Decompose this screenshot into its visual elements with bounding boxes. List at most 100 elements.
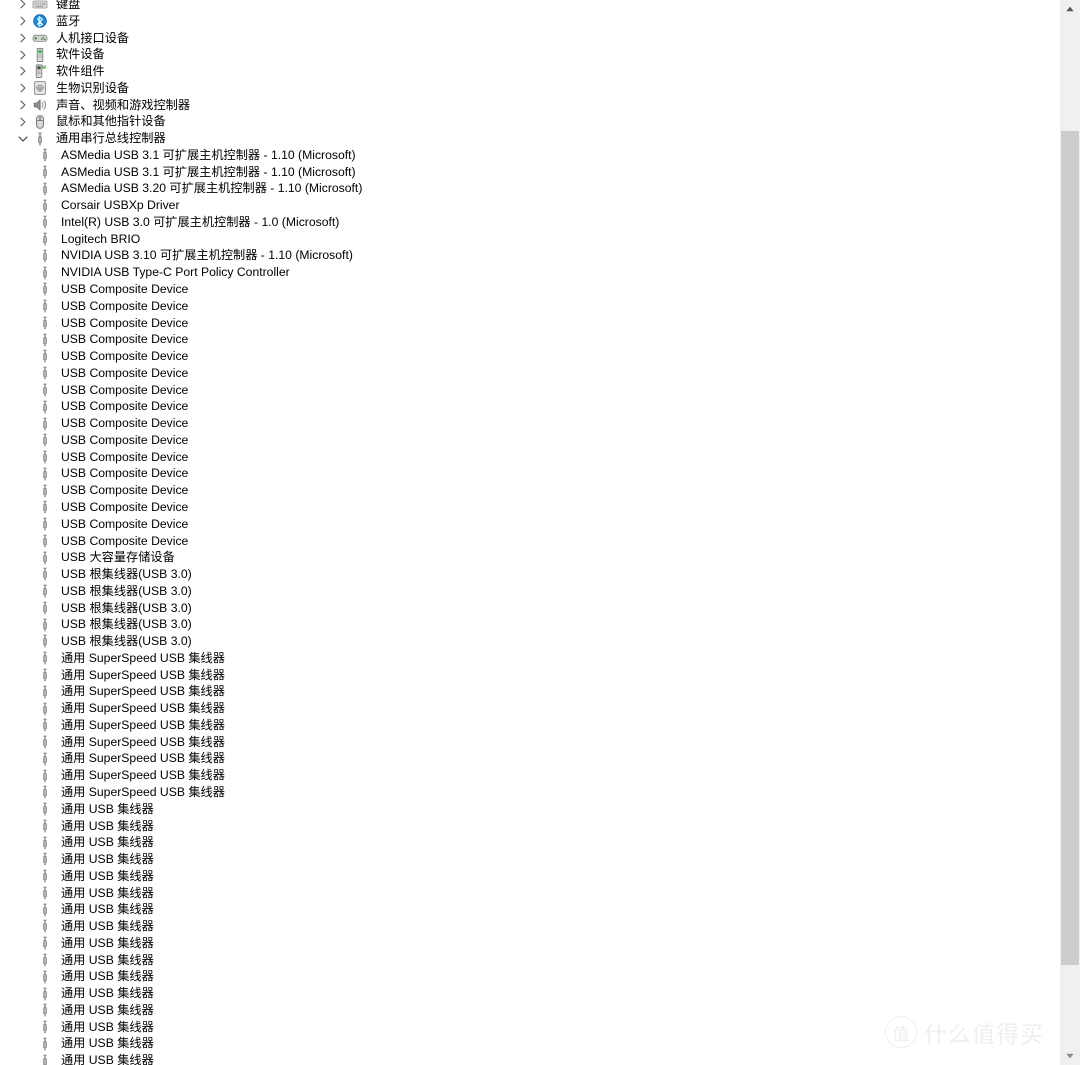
tree-device-row[interactable]: USB Composite Device bbox=[0, 465, 1060, 482]
tree-device-row[interactable]: USB Composite Device bbox=[0, 365, 1060, 382]
tree-device-row[interactable]: 通用 USB 集线器 bbox=[0, 834, 1060, 851]
tree-category-row[interactable]: 蓝牙 bbox=[0, 13, 1060, 30]
tree-item-label: USB Composite Device bbox=[61, 382, 189, 397]
tree-device-row[interactable]: USB Composite Device bbox=[0, 348, 1060, 365]
tree-item-label: USB Composite Device bbox=[61, 365, 189, 380]
tree-device-row[interactable]: 通用 USB 集线器 bbox=[0, 935, 1060, 952]
chevron-down-icon[interactable] bbox=[16, 132, 30, 146]
tree-device-row[interactable]: 通用 SuperSpeed USB 集线器 bbox=[0, 734, 1060, 751]
tree-device-row[interactable]: USB 根集线器(USB 3.0) bbox=[0, 600, 1060, 617]
tree-device-row[interactable]: 通用 SuperSpeed USB 集线器 bbox=[0, 700, 1060, 717]
usb-device-icon bbox=[37, 348, 53, 364]
tree-device-row[interactable]: USB Composite Device bbox=[0, 432, 1060, 449]
tree-device-row[interactable]: USB Composite Device bbox=[0, 533, 1060, 550]
tree-device-row[interactable]: USB Composite Device bbox=[0, 449, 1060, 466]
tree-item-label: USB Composite Device bbox=[61, 499, 189, 514]
chevron-right-icon[interactable] bbox=[16, 64, 30, 78]
tree-item-label: NVIDIA USB 3.10 可扩展主机控制器 - 1.10 (Microso… bbox=[61, 248, 353, 263]
tree-category-row[interactable]: 声音、视频和游戏控制器 bbox=[0, 97, 1060, 114]
tree-device-row[interactable]: Logitech BRIO bbox=[0, 231, 1060, 248]
vertical-scrollbar[interactable] bbox=[1060, 0, 1080, 1065]
tree-category-row[interactable]: 通用串行总线控制器 bbox=[0, 130, 1060, 147]
tree-item-label: USB Composite Device bbox=[61, 533, 189, 548]
tree-device-row[interactable]: 通用 USB 集线器 bbox=[0, 818, 1060, 835]
tree-device-row[interactable]: 通用 USB 集线器 bbox=[0, 851, 1060, 868]
chevron-right-icon[interactable] bbox=[16, 98, 30, 112]
tree-category-row[interactable]: 软件组件 bbox=[0, 63, 1060, 80]
chevron-right-icon[interactable] bbox=[16, 48, 30, 62]
tree-item-label: USB Composite Device bbox=[61, 315, 189, 330]
tree-item-label: 通用 USB 集线器 bbox=[61, 801, 154, 816]
tree-device-row[interactable]: NVIDIA USB Type-C Port Policy Controller bbox=[0, 264, 1060, 281]
tree-item-label: 键盘 bbox=[56, 0, 81, 11]
tree-device-row[interactable]: 通用 USB 集线器 bbox=[0, 1002, 1060, 1019]
tree-device-row[interactable]: 通用 SuperSpeed USB 集线器 bbox=[0, 750, 1060, 767]
usb-device-icon bbox=[37, 533, 53, 549]
device-manager-tree[interactable]: 键盘 蓝牙 人机接口设备 软件设备 软件组件 生物识别设备 声音、视频和游戏控制… bbox=[0, 0, 1060, 1065]
tree-device-row[interactable]: 通用 USB 集线器 bbox=[0, 868, 1060, 885]
tree-device-row[interactable]: NVIDIA USB 3.10 可扩展主机控制器 - 1.10 (Microso… bbox=[0, 247, 1060, 264]
tree-device-row[interactable]: ASMedia USB 3.20 可扩展主机控制器 - 1.10 (Micros… bbox=[0, 180, 1060, 197]
tree-device-row[interactable]: 通用 USB 集线器 bbox=[0, 968, 1060, 985]
tree-device-row[interactable]: USB Composite Device bbox=[0, 331, 1060, 348]
tree-device-row[interactable]: USB Composite Device bbox=[0, 281, 1060, 298]
tree-item-label: USB 根集线器(USB 3.0) bbox=[61, 617, 192, 632]
tree-device-row[interactable]: USB Composite Device bbox=[0, 298, 1060, 315]
tree-device-row[interactable]: USB 大容量存储设备 bbox=[0, 549, 1060, 566]
tree-device-row[interactable]: 通用 USB 集线器 bbox=[0, 1019, 1060, 1036]
scroll-down-button[interactable] bbox=[1060, 1047, 1080, 1065]
tree-device-row[interactable]: 通用 USB 集线器 bbox=[0, 952, 1060, 969]
tree-device-row[interactable]: USB 根集线器(USB 3.0) bbox=[0, 616, 1060, 633]
tree-item-label: 通用 USB 集线器 bbox=[61, 818, 154, 833]
tree-device-row[interactable]: 通用 SuperSpeed USB 集线器 bbox=[0, 667, 1060, 684]
tree-device-row[interactable]: USB 根集线器(USB 3.0) bbox=[0, 633, 1060, 650]
tree-device-row[interactable]: 通用 USB 集线器 bbox=[0, 918, 1060, 935]
scrollbar-thumb[interactable] bbox=[1061, 131, 1079, 965]
tree-device-row[interactable]: 通用 SuperSpeed USB 集线器 bbox=[0, 683, 1060, 700]
tree-device-row[interactable]: USB Composite Device bbox=[0, 315, 1060, 332]
usb-device-icon bbox=[37, 265, 53, 281]
tree-device-row[interactable]: USB Composite Device bbox=[0, 382, 1060, 399]
software-component-icon bbox=[32, 63, 48, 79]
biometric-icon bbox=[32, 80, 48, 96]
tree-category-row[interactable]: 软件设备 bbox=[0, 46, 1060, 63]
tree-category-row[interactable]: 人机接口设备 bbox=[0, 30, 1060, 47]
tree-device-row[interactable]: USB Composite Device bbox=[0, 482, 1060, 499]
usb-device-icon bbox=[37, 784, 53, 800]
tree-item-label: 声音、视频和游戏控制器 bbox=[56, 97, 191, 112]
tree-category-row[interactable]: 鼠标和其他指针设备 bbox=[0, 113, 1060, 130]
tree-device-row[interactable]: USB 根集线器(USB 3.0) bbox=[0, 583, 1060, 600]
tree-device-row[interactable]: 通用 USB 集线器 bbox=[0, 801, 1060, 818]
tree-device-row[interactable]: 通用 SuperSpeed USB 集线器 bbox=[0, 717, 1060, 734]
tree-device-row[interactable]: 通用 SuperSpeed USB 集线器 bbox=[0, 767, 1060, 784]
usb-device-icon bbox=[37, 600, 53, 616]
tree-category-row[interactable]: 生物识别设备 bbox=[0, 80, 1060, 97]
tree-device-row[interactable]: 通用 SuperSpeed USB 集线器 bbox=[0, 784, 1060, 801]
tree-device-row[interactable]: USB Composite Device bbox=[0, 499, 1060, 516]
chevron-right-icon[interactable] bbox=[16, 81, 30, 95]
tree-item-label: 通用 USB 集线器 bbox=[61, 1036, 154, 1051]
tree-device-row[interactable]: 通用 USB 集线器 bbox=[0, 985, 1060, 1002]
tree-device-row[interactable]: Corsair USBXp Driver bbox=[0, 197, 1060, 214]
tree-device-row[interactable]: USB Composite Device bbox=[0, 398, 1060, 415]
chevron-right-icon[interactable] bbox=[16, 0, 30, 11]
tree-device-row[interactable]: 通用 USB 集线器 bbox=[0, 885, 1060, 902]
tree-device-row[interactable]: 通用 SuperSpeed USB 集线器 bbox=[0, 650, 1060, 667]
chevron-right-icon[interactable] bbox=[16, 14, 30, 28]
tree-device-row[interactable]: 通用 USB 集线器 bbox=[0, 901, 1060, 918]
usb-device-icon bbox=[37, 449, 53, 465]
scroll-up-button[interactable] bbox=[1060, 0, 1080, 18]
tree-device-row[interactable]: Intel(R) USB 3.0 可扩展主机控制器 - 1.0 (Microso… bbox=[0, 214, 1060, 231]
tree-device-row[interactable]: 通用 USB 集线器 bbox=[0, 1035, 1060, 1052]
tree-device-row[interactable]: USB 根集线器(USB 3.0) bbox=[0, 566, 1060, 583]
chevron-right-icon[interactable] bbox=[16, 115, 30, 129]
tree-device-row[interactable]: 通用 USB 集线器 bbox=[0, 1052, 1060, 1065]
tree-device-row[interactable]: USB Composite Device bbox=[0, 516, 1060, 533]
tree-item-label: 通用 SuperSpeed USB 集线器 bbox=[61, 751, 225, 766]
tree-device-row[interactable]: USB Composite Device bbox=[0, 415, 1060, 432]
tree-device-row[interactable]: ASMedia USB 3.1 可扩展主机控制器 - 1.10 (Microso… bbox=[0, 147, 1060, 164]
tree-category-row[interactable]: 键盘 bbox=[0, 0, 1060, 13]
software-device-icon bbox=[32, 47, 48, 63]
tree-device-row[interactable]: ASMedia USB 3.1 可扩展主机控制器 - 1.10 (Microso… bbox=[0, 164, 1060, 181]
chevron-right-icon[interactable] bbox=[16, 31, 30, 45]
